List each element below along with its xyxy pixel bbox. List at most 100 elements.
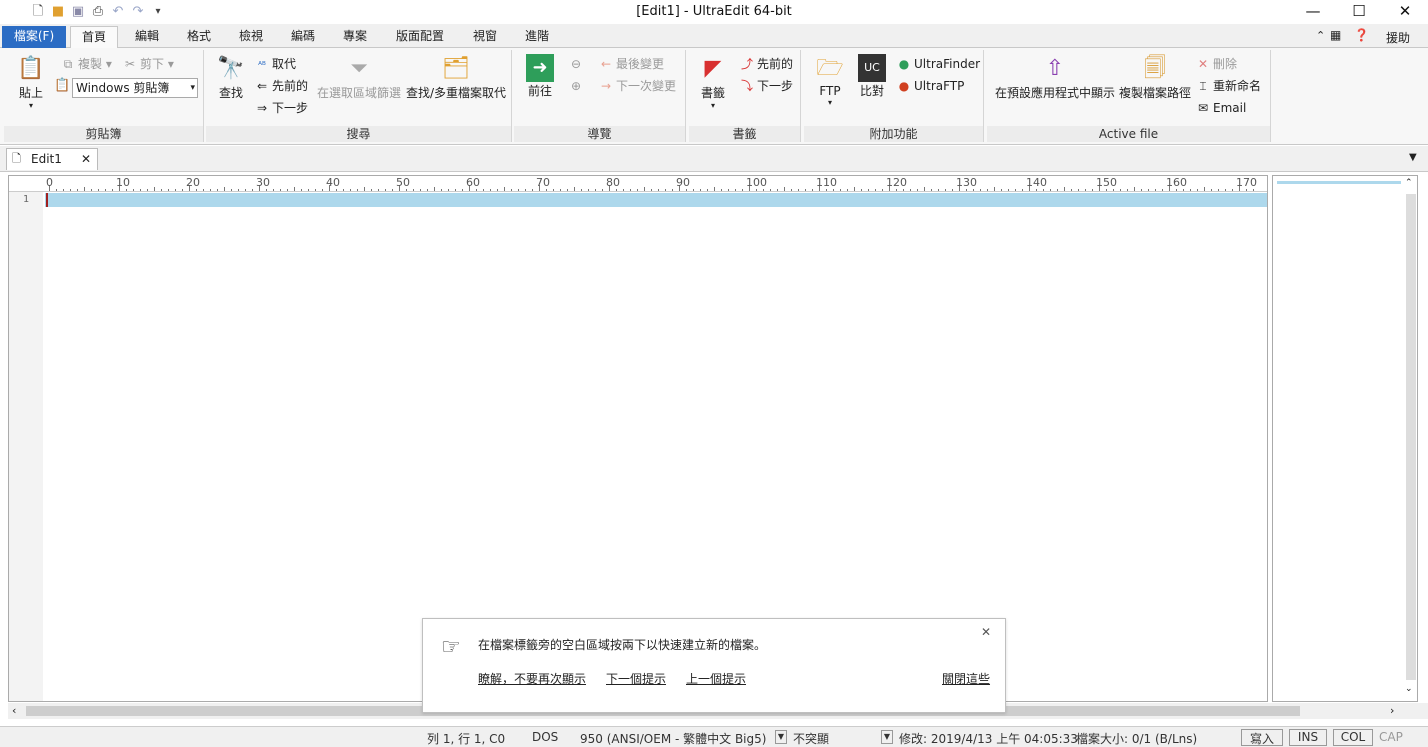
modified-date: 修改: 2019/4/13 上午 04:05:33 xyxy=(899,732,1078,746)
vertical-scrollbar[interactable]: ⌃ ⌄ xyxy=(1405,178,1417,698)
insert-mode[interactable]: INS xyxy=(1289,729,1327,746)
tab-format[interactable]: 格式 xyxy=(176,26,222,48)
line-ending[interactable]: DOS xyxy=(532,730,558,744)
ruler-tick xyxy=(196,189,197,191)
syntax-highlight[interactable]: 不突顯 xyxy=(793,730,829,747)
cut-button[interactable]: ✂ 剪下 ▾ xyxy=(122,55,174,73)
ruler-tick xyxy=(630,189,631,191)
find-in-files-button[interactable]: 🗂 查找/多重檔案取代 xyxy=(404,54,508,101)
help-menu[interactable]: 援助 xyxy=(1386,29,1410,46)
ultrafinder-button[interactable]: ● UltraFinder xyxy=(896,55,980,73)
goto-button[interactable]: ➜ 前往 xyxy=(520,54,560,99)
close-tip-icon[interactable]: ✕ xyxy=(981,625,991,639)
ruler-tick xyxy=(945,189,946,191)
scroll-right-icon[interactable]: › xyxy=(1390,704,1394,717)
ruler-tick xyxy=(336,189,337,191)
maximize-button[interactable]: ☐ xyxy=(1336,0,1382,24)
ruler-tick xyxy=(1113,189,1114,191)
delete-icon: ✕ xyxy=(1197,57,1209,71)
nav-forward-icon[interactable]: ⊕ xyxy=(568,77,586,95)
find-prev-button[interactable]: ⇐ 先前的 xyxy=(254,77,308,95)
ruler-tick xyxy=(224,187,225,191)
tab-layout[interactable]: 版面配置 xyxy=(384,26,456,48)
show-in-default-app-button[interactable]: ⇧ 在預設應用程式中顯示 xyxy=(991,54,1119,101)
ruler-tick xyxy=(497,189,498,191)
find-next-button[interactable]: ⇒ 下一步 xyxy=(254,99,308,117)
ruler-tick xyxy=(133,189,134,191)
ruler-tick xyxy=(1183,189,1184,191)
copy-path-button[interactable]: 🗐 複製檔案路徑 xyxy=(1117,54,1193,101)
bookmark-icon: ◤ xyxy=(704,56,722,81)
paste-button[interactable]: 📋 貼上 ▾ xyxy=(12,54,50,110)
group-active-file: ⇧ 在預設應用程式中顯示 🗐 複製檔案路徑 ✕ 刪除 ⌶ 重新命名 ✉ Email A… xyxy=(987,50,1271,142)
codepage-dropdown-icon[interactable]: ▼ xyxy=(775,730,787,744)
title-bar: 🗋 ■ ▣ ⎙ ↶ ↷ ▾ [Edit1] - UltraEdit 64-bit… xyxy=(0,0,1428,24)
find-prev-icon: ⇐ xyxy=(256,79,268,93)
nav-back-icon[interactable]: ⊖ xyxy=(568,55,586,73)
ruler-tick xyxy=(98,189,99,191)
ruler-tick xyxy=(518,189,519,191)
tab-window[interactable]: 視窗 xyxy=(462,26,508,48)
tab-view[interactable]: 檢視 xyxy=(228,26,274,48)
write-mode[interactable]: 寫入 xyxy=(1241,729,1283,746)
ruler-tick xyxy=(483,189,484,191)
filter-selection-button[interactable]: ⏷ 在選取區域篩選 xyxy=(316,54,402,101)
tab-edit[interactable]: 編輯 xyxy=(124,26,170,48)
tab-project[interactable]: 專案 xyxy=(332,26,378,48)
bookmark-prev-button[interactable]: ⤴ 先前的 xyxy=(739,55,793,73)
highlight-dropdown-icon[interactable]: ▼ xyxy=(881,730,893,744)
email-button[interactable]: ✉ Email xyxy=(1195,99,1246,117)
previous-tip-link[interactable]: 上一個提示 xyxy=(686,670,746,687)
delete-button[interactable]: ✕ 刪除 xyxy=(1195,55,1237,73)
ruler-tick xyxy=(672,189,673,191)
tab-edit1[interactable]: 🗋 Edit1 ✕ xyxy=(6,148,98,170)
group-label: 導覽 xyxy=(514,126,685,142)
document-icon: 🗋 xyxy=(12,152,21,165)
bookmark-next-button[interactable]: ⤵ 下一步 xyxy=(739,77,793,95)
next-change-button[interactable]: → 下一次變更 xyxy=(598,77,676,95)
rename-button[interactable]: ⌶ 重新命名 xyxy=(1195,77,1261,95)
arrow-right-icon: → xyxy=(600,79,612,93)
copy-button[interactable]: ⧉ 複製 ▾ xyxy=(60,55,112,73)
minimize-button[interactable]: — xyxy=(1290,0,1336,24)
compare-button[interactable]: UC 比對 xyxy=(852,54,892,99)
ruler-tick xyxy=(1190,189,1191,191)
ruler-tick xyxy=(140,189,141,191)
scroll-down-icon[interactable]: ⌄ xyxy=(1405,684,1413,694)
scroll-left-icon[interactable]: ‹ xyxy=(12,704,16,717)
ruler-tick xyxy=(315,189,316,191)
ruler-label: 140 xyxy=(1026,176,1047,189)
tab-advanced[interactable]: 進階 xyxy=(514,26,560,48)
layout-icon[interactable]: ▦ xyxy=(1330,28,1341,42)
ruler-label: 120 xyxy=(886,176,907,189)
file-size: 檔案大小: 0/1 (B/Lns) xyxy=(1076,732,1198,746)
tab-encoding[interactable]: 編碼 xyxy=(280,26,326,48)
tab-file[interactable]: 檔案(F) xyxy=(2,26,66,48)
collapse-ribbon-icon[interactable]: ⌃ xyxy=(1316,29,1325,42)
next-tip-link[interactable]: 下一個提示 xyxy=(606,670,666,687)
ftp-button[interactable]: 🗁 FTP ▾ xyxy=(810,54,850,107)
column-mode[interactable]: COL xyxy=(1333,729,1373,746)
ruler-tick xyxy=(1057,189,1058,191)
last-change-button[interactable]: ← 最後變更 xyxy=(598,55,664,73)
replace-button[interactable]: ᴬᴮ 取代 xyxy=(254,55,296,73)
group-label: 搜尋 xyxy=(206,126,511,142)
ruler-tick xyxy=(833,189,834,191)
help-icon[interactable]: ❓ xyxy=(1354,28,1369,42)
tab-home[interactable]: 首頁 xyxy=(70,26,118,49)
bookmark-button[interactable]: ◤ 書籤 ▾ xyxy=(693,54,733,110)
tab-list-dropdown-icon[interactable]: ▼ xyxy=(1409,152,1417,163)
scroll-up-icon[interactable]: ⌃ xyxy=(1405,178,1413,188)
ruler-tick xyxy=(273,189,274,191)
ruler-tick xyxy=(882,189,883,191)
codepage[interactable]: 950 (ANSI/OEM - 繁體中文 Big5) xyxy=(580,730,766,747)
close-tips-link[interactable]: 關閉這些 xyxy=(942,670,990,687)
clipboard-select[interactable]: Windows 剪貼簿 ▾ xyxy=(72,78,198,98)
scroll-track[interactable] xyxy=(1406,194,1416,680)
close-tab-icon[interactable]: ✕ xyxy=(81,149,91,169)
close-button[interactable]: ✕ xyxy=(1382,0,1428,24)
paste-icon: 📋 xyxy=(17,56,45,81)
find-button[interactable]: 🔭 查找 xyxy=(212,54,250,101)
ultraftp-button[interactable]: ● UltraFTP xyxy=(896,77,965,95)
dont-show-again-link[interactable]: 瞭解，不要再次顯示 xyxy=(478,670,586,687)
